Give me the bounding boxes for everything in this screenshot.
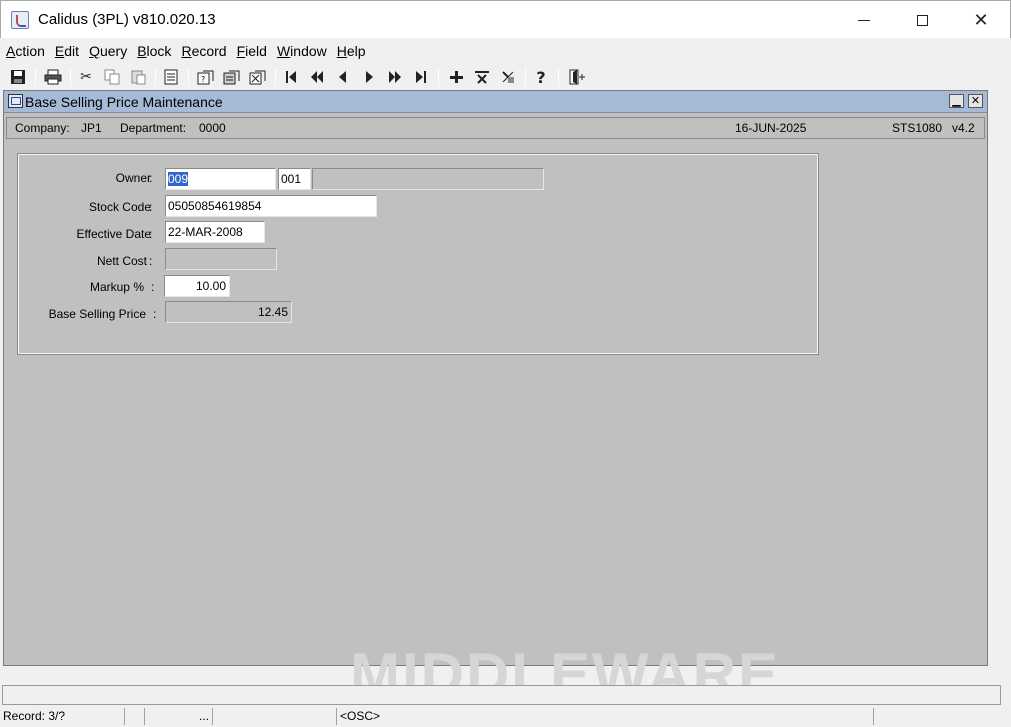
menu-edit[interactable]: Edit xyxy=(49,40,82,64)
toolbar-separator xyxy=(155,68,156,86)
toolbar-separator xyxy=(525,68,526,86)
copy-icon[interactable] xyxy=(102,67,122,87)
previous-record-icon[interactable] xyxy=(333,67,353,87)
screen-version: v4.2 xyxy=(952,121,975,135)
toolbar-separator xyxy=(275,68,276,86)
status-bar: Record: 3/? ... <OSC> xyxy=(0,706,1011,727)
markup-label: Markup % xyxy=(89,280,144,294)
markup-colon: : xyxy=(151,280,155,294)
menu-block[interactable]: Block xyxy=(131,40,174,64)
menu-bar: Action Edit Query Block Record Field Win… xyxy=(0,40,1011,64)
list-icon[interactable] xyxy=(161,67,181,87)
owner-code-field[interactable]: 009 xyxy=(165,168,276,190)
menu-window[interactable]: Window xyxy=(271,40,330,64)
minimize-icon: ▁ xyxy=(952,95,961,107)
print-icon[interactable] xyxy=(43,67,63,87)
effective-date-label: Effective Date xyxy=(76,227,151,241)
base-selling-price-field: 12.45 xyxy=(165,301,292,323)
stock-code-label: Stock Code xyxy=(88,200,151,214)
base-selling-price-colon: : xyxy=(153,307,157,321)
department-value: 0000 xyxy=(199,121,226,135)
background-watermark: MIDDLEWARE xyxy=(350,645,780,685)
last-record-icon[interactable] xyxy=(411,67,431,87)
screen-code: STS1080 xyxy=(892,121,943,135)
markup-percent-field[interactable]: 10.00 xyxy=(164,275,230,297)
toolbar-separator xyxy=(188,68,189,86)
status-cell xyxy=(124,708,144,725)
company-label: Company: xyxy=(15,121,70,135)
window-title: Calidus (3PL) v810.020.13 xyxy=(38,11,216,28)
current-date: 16-JUN-2025 xyxy=(735,121,807,135)
next-block-icon[interactable] xyxy=(385,67,405,87)
close-icon: ✕ xyxy=(973,9,989,30)
nett-cost-colon: : xyxy=(149,254,153,268)
owner-label: Owner xyxy=(115,171,151,185)
form-minimize-button[interactable]: ▁ xyxy=(949,94,964,108)
toolbar-separator xyxy=(558,68,559,86)
help-icon[interactable]: ? xyxy=(531,67,551,87)
detail-frame: Owner : 009 001 Stock Code : 05050854619… xyxy=(17,153,819,355)
next-record-icon[interactable] xyxy=(359,67,379,87)
form-title: Base Selling Price Maintenance xyxy=(25,94,223,110)
message-line xyxy=(2,685,1001,705)
stock-code-colon: : xyxy=(149,200,153,214)
menu-query[interactable]: Query xyxy=(83,40,130,64)
form-titlebar: Base Selling Price Maintenance ▁ ✕ xyxy=(4,91,987,113)
maximize-button[interactable] xyxy=(899,6,945,34)
stock-code-field[interactable]: 05050854619854 xyxy=(165,195,377,217)
owner-code-value: 009 xyxy=(168,172,189,186)
record-count: Record: 3/? xyxy=(3,709,66,723)
owner-name-field xyxy=(312,168,544,190)
status-cell xyxy=(873,708,1011,725)
save-icon[interactable] xyxy=(8,67,28,87)
toolbar-separator xyxy=(35,68,36,86)
exit-icon[interactable] xyxy=(567,67,587,87)
cut-icon[interactable]: ✂ xyxy=(76,67,96,87)
menu-action[interactable]: Action xyxy=(0,40,48,64)
status-mode: <OSC> xyxy=(336,708,873,725)
minimize-button[interactable] xyxy=(841,6,887,34)
first-record-icon[interactable] xyxy=(281,67,301,87)
close-icon: ✕ xyxy=(970,95,981,107)
minimize-icon xyxy=(858,19,870,21)
enter-query-icon[interactable]: ? xyxy=(196,67,216,87)
context-header: Company: JP1 Department: 0000 16-JUN-202… xyxy=(6,117,985,139)
toolbar-separator xyxy=(438,68,439,86)
form-window: Base Selling Price Maintenance ▁ ✕ Compa… xyxy=(3,90,988,666)
owner-colon: : xyxy=(149,171,153,185)
close-button[interactable]: ✕ xyxy=(958,6,1004,34)
nett-cost-field xyxy=(165,248,277,270)
menu-help[interactable]: Help xyxy=(331,40,369,64)
form-icon xyxy=(8,94,23,108)
nett-cost-label: Nett Cost xyxy=(96,254,147,268)
clear-record-icon[interactable] xyxy=(498,67,518,87)
form-close-button[interactable]: ✕ xyxy=(968,94,983,108)
menu-field[interactable]: Field xyxy=(231,40,270,64)
delete-record-icon[interactable] xyxy=(472,67,492,87)
svg-text:?: ? xyxy=(201,75,205,84)
company-value: JP1 xyxy=(81,121,102,135)
owner-site-field[interactable]: 001 xyxy=(278,168,311,190)
paste-icon[interactable] xyxy=(128,67,148,87)
effective-date-field[interactable]: 22-MAR-2008 xyxy=(165,221,265,243)
execute-query-icon[interactable] xyxy=(222,67,242,87)
toolbar-separator xyxy=(70,68,71,86)
status-cell xyxy=(212,708,336,725)
status-ellipsis: ... xyxy=(144,708,212,725)
toolbar: ✂ ? ? xyxy=(0,65,1011,89)
insert-record-icon[interactable] xyxy=(446,67,466,87)
cancel-query-icon[interactable] xyxy=(248,67,268,87)
java-app-icon xyxy=(11,11,29,29)
window-titlebar: Calidus (3PL) v810.020.13 ✕ xyxy=(0,0,1011,38)
effective-date-colon: : xyxy=(149,227,153,241)
base-selling-price-label: Base Selling Price xyxy=(48,307,146,321)
menu-record[interactable]: Record xyxy=(175,40,229,64)
previous-block-icon[interactable] xyxy=(307,67,327,87)
department-label: Department: xyxy=(120,121,187,135)
maximize-icon xyxy=(916,14,928,26)
